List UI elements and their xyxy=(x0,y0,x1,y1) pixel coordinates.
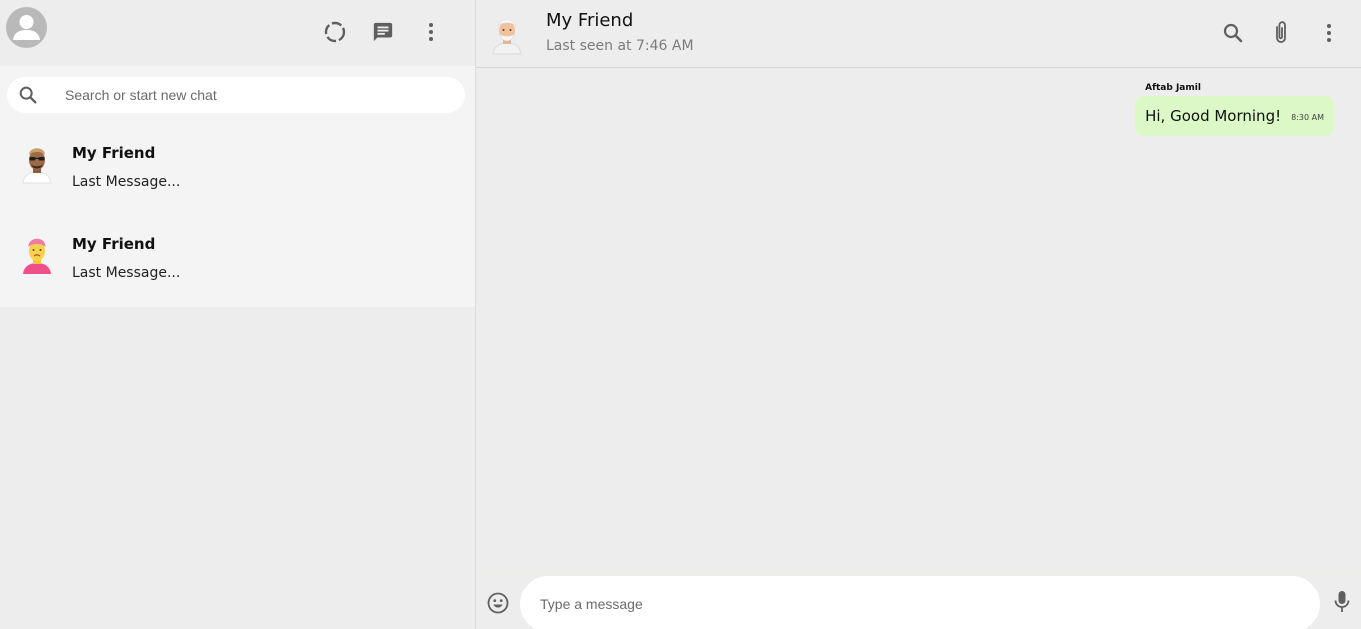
search-icon xyxy=(1223,23,1243,43)
more-vert-icon xyxy=(429,23,433,41)
search-box xyxy=(7,77,465,113)
contact-avatar-pink-hair xyxy=(23,238,51,274)
chat-window: My Friend Last seen at 7:46 AM Aftab Jam… xyxy=(475,0,1361,629)
chat-list-item[interactable]: My Friend Last Message... xyxy=(0,129,475,219)
user-avatar[interactable] xyxy=(6,7,47,48)
search-input[interactable] xyxy=(63,83,453,107)
contact-avatar-elder[interactable] xyxy=(490,12,524,56)
more-vert-icon xyxy=(1327,24,1331,42)
contact-avatar-sunglasses xyxy=(22,148,52,184)
message-time: 8:30 AM xyxy=(1291,113,1324,122)
chat-header: My Friend Last seen at 7:46 AM xyxy=(476,0,1361,68)
status-button[interactable] xyxy=(311,17,359,47)
message-sender: Aftab Jamil xyxy=(1145,83,1201,93)
attach-icon xyxy=(1276,21,1286,43)
sidebar-header-actions xyxy=(311,17,455,47)
new-chat-icon xyxy=(373,22,393,42)
sidebar-menu-button[interactable] xyxy=(407,17,455,47)
chat-last-message: Last Message... xyxy=(72,265,181,281)
chat-menu-button[interactable] xyxy=(1305,18,1353,48)
sidebar-header xyxy=(0,0,475,66)
person-icon xyxy=(13,15,40,40)
message-composer xyxy=(476,571,1361,629)
search-icon xyxy=(19,86,37,104)
chat-name: My Friend xyxy=(72,235,156,253)
chat-name: My Friend xyxy=(72,144,156,162)
status-icon xyxy=(324,21,346,43)
contact-name: My Friend xyxy=(546,10,634,31)
message-bubble: Hi, Good Morning! 8:30 AM xyxy=(1135,96,1334,136)
mic-icon[interactable] xyxy=(1332,589,1352,615)
new-chat-button[interactable] xyxy=(359,17,407,47)
chat-list-panel: My Friend Last Message... My Friend Last… xyxy=(0,66,475,307)
emoji-icon[interactable] xyxy=(486,591,510,615)
whatsapp-clone-app: My Friend Last Message... My Friend Last… xyxy=(0,0,1361,629)
chat-list-item[interactable]: My Friend Last Message... xyxy=(0,220,475,310)
message-text: Hi, Good Morning! xyxy=(1145,107,1282,125)
chat-header-actions xyxy=(1209,18,1353,48)
attach-button[interactable] xyxy=(1257,18,1305,48)
contact-last-seen: Last seen at 7:46 AM xyxy=(546,38,694,54)
message-input[interactable] xyxy=(520,576,1320,629)
chat-search-button[interactable] xyxy=(1209,18,1257,48)
message: Aftab Jamil Hi, Good Morning! 8:30 AM xyxy=(1135,83,1334,136)
chat-last-message: Last Message... xyxy=(72,174,181,190)
sidebar: My Friend Last Message... My Friend Last… xyxy=(0,0,475,629)
message-area: Aftab Jamil Hi, Good Morning! 8:30 AM xyxy=(476,69,1361,569)
